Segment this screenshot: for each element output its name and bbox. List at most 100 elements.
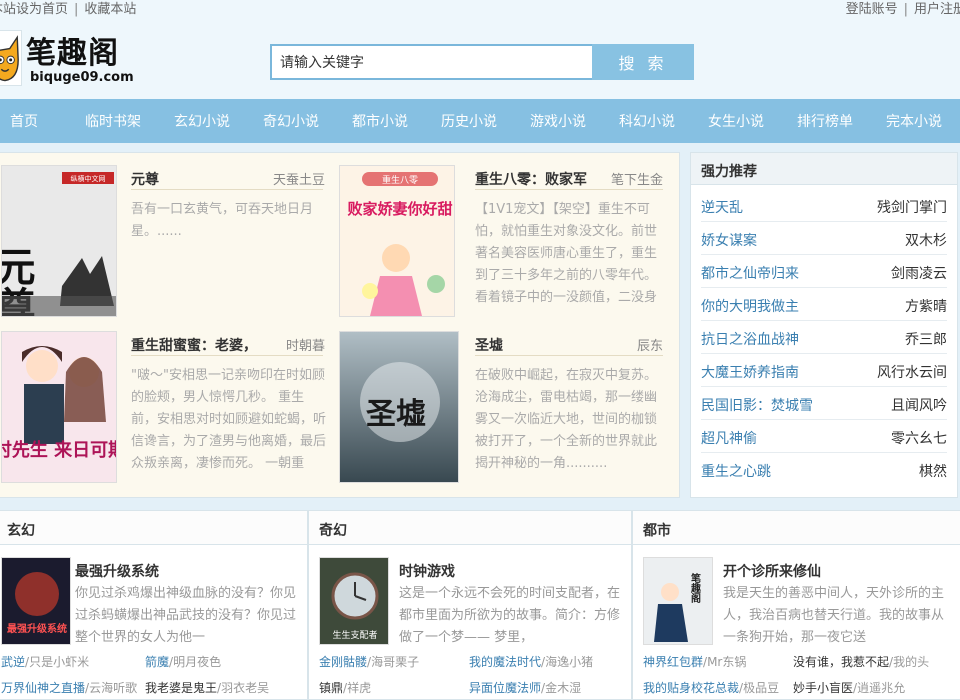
book-link[interactable]: 我的贴身校花总裁 [643,681,739,695]
book-cover[interactable]: 最强升级系统 [1,557,71,645]
nav-bookshelf[interactable]: 临时书架 [85,111,141,131]
book-title[interactable]: 圣墟 [475,335,503,355]
search-button[interactable]: 搜 索 [592,44,694,80]
nav-youxi[interactable]: 游戏小说 [530,111,586,131]
book-cover[interactable]: 圣墟 [339,331,459,483]
author-link[interactable]: 逍遥兆允 [857,681,905,695]
featured-book: 重生八零 败家娇妻你好甜 重生八零：败家军 笔下生金 【1V1宠文】【架空】重生… [339,165,669,321]
list-item: 大魔王娇养指南 风行水云间 [701,354,947,387]
list-item: 都市之仙帝归来 剑雨凌云 [701,255,947,288]
nav-dushi[interactable]: 都市小说 [352,111,408,131]
book-link[interactable]: 没有谁，我惹不起 [793,655,889,669]
list-item: 超凡神偷 零六幺七 [701,420,947,453]
book-title[interactable]: 开个诊所来修仙 [723,561,821,581]
login-link[interactable]: 登陆账号 [846,2,898,17]
book-author[interactable]: 天蚕土豆 [273,169,325,188]
nav-kehuan[interactable]: 科幻小说 [619,111,675,131]
rec-author-link[interactable]: 剑雨凌云 [891,263,947,283]
nav-home[interactable]: 首页 [10,111,38,131]
list-item: 我的魔法时代/海逸小猪 [469,655,594,669]
rec-book-link[interactable]: 逆天乱 [701,197,743,217]
category-title[interactable]: 奇幻 [309,511,631,545]
book-link[interactable]: 武逆 [1,655,25,669]
site-logo[interactable]: 笔趣阁 biquge09.com [0,28,148,94]
rec-book-link[interactable]: 抗日之浴血战神 [701,329,799,349]
rec-book-link[interactable]: 你的大明我做主 [701,296,799,316]
author-link[interactable]: 羽衣老吴 [221,681,269,695]
recommend-sidebar: 强力推荐 逆天乱 残剑门掌门 娇女谋案 双木杉 都市之仙帝归来 剑雨凌云 你的大明我做… [690,152,958,498]
rec-author-link[interactable]: 风行水云间 [877,362,947,382]
nav-paihang[interactable]: 排行榜单 [797,111,853,131]
rec-book-link[interactable]: 重生之心跳 [701,461,771,481]
bookmark-link[interactable]: 收藏本站 [84,2,136,17]
svg-text:生生支配者: 生生支配者 [332,629,377,641]
rec-author-link[interactable]: 棋然 [919,461,947,481]
author-link[interactable]: Mr东锅 [707,655,746,669]
book-author[interactable]: 笔下生金 [611,169,663,188]
rec-author-link[interactable]: 且闻风吟 [891,395,947,415]
book-link[interactable]: 异面位魔法师 [469,681,541,695]
separator: | [903,2,908,17]
list-item: 神界红包群/Mr东锅 [643,655,747,669]
author-link[interactable]: 明月夜色 [173,655,221,669]
author-link[interactable]: 祥虎 [347,681,371,695]
book-author[interactable]: 辰东 [637,335,663,354]
author-link[interactable]: 极品豆 [743,681,779,695]
svg-text:重生八零: 重生八零 [382,174,418,186]
book-description: 吾有一口玄黄气，可吞天地日月星。...... [131,202,314,239]
divider [131,189,323,190]
register-link[interactable]: 用户注册 [914,2,960,17]
main-nav: 首页 临时书架 玄幻小说 奇幻小说 都市小说 历史小说 游戏小说 科幻小说 女生… [0,99,960,143]
nav-qihuan[interactable]: 奇幻小说 [263,111,319,131]
book-link[interactable]: 我老婆是鬼王 [145,681,217,695]
book-title[interactable]: 时钟游戏 [399,561,455,581]
book-link[interactable]: 箭魔 [145,655,169,669]
book-cover[interactable]: 笔趣阁 [643,557,713,645]
author-link[interactable]: 只是小虾米 [29,655,89,669]
book-cover[interactable]: 生生支配者 [319,557,389,645]
rec-book-link[interactable]: 民国旧影：焚城雪 [701,395,813,415]
svg-text:纵横中文网: 纵横中文网 [71,174,106,183]
rec-book-link[interactable]: 娇女谋案 [701,230,757,250]
book-cover[interactable]: 重生八零 败家娇妻你好甜 [339,165,455,317]
book-link[interactable]: 神界红包群 [643,655,703,669]
author-link[interactable]: 我的头 [893,655,929,669]
book-title[interactable]: 最强升级系统 [75,561,159,581]
author-link[interactable]: 金木湿 [545,681,581,695]
book-title[interactable]: 元尊 [131,169,159,189]
rec-book-link[interactable]: 都市之仙帝归来 [701,263,799,283]
featured-book: 时先生 来日可期 重生甜蜜蜜：老婆， 时朝暮 "啵～"安相思一记亲吻印在时如顾的… [1,331,331,487]
author-link[interactable]: 海逸小猪 [545,655,593,669]
logo-text: 笔趣阁 [26,36,119,71]
rec-book-link[interactable]: 大魔王娇养指南 [701,362,799,382]
book-cover[interactable]: 纵横中文网 元尊 [1,165,117,317]
rec-author-link[interactable]: 乔三郎 [905,329,947,349]
list-item: 箭魔/明月夜色 [145,655,222,669]
nav-xuanhuan[interactable]: 玄幻小说 [174,111,230,131]
nav-lishi[interactable]: 历史小说 [441,111,497,131]
category-title[interactable]: 玄幻 [0,511,307,545]
set-home-link[interactable]: 本站设为首页 [0,2,68,17]
book-link[interactable]: 我的魔法时代 [469,655,541,669]
rec-book-link[interactable]: 超凡神偷 [701,428,757,448]
category-title[interactable]: 都市 [633,511,960,545]
search-input[interactable] [270,44,594,80]
rec-author-link[interactable]: 零六幺七 [891,428,947,448]
list-item: 武逆/只是小虾米 [1,655,90,669]
author-link[interactable]: 云海听歌 [89,681,137,695]
nav-wanben[interactable]: 完本小说 [886,111,942,131]
rec-author-link[interactable]: 双木杉 [905,230,947,250]
book-title[interactable]: 重生八零：败家军 [475,169,587,189]
rec-author-link[interactable]: 方紫晴 [905,296,947,316]
book-cover[interactable]: 时先生 来日可期 [1,331,117,483]
book-description: 我是天生的善恶中间人，天外诊所的主人，我治百病也替天行道。我的故事从一条狗开始，… [723,586,945,645]
nav-nvsheng[interactable]: 女生小说 [708,111,764,131]
book-link[interactable]: 万界仙神之直播 [1,681,85,695]
book-title[interactable]: 重生甜蜜蜜：老婆， [131,335,257,355]
author-link[interactable]: 海哥栗子 [371,655,419,669]
book-link[interactable]: 金刚骷髅 [319,655,367,669]
book-link[interactable]: 镇鼎 [319,681,343,695]
book-author[interactable]: 时朝暮 [286,335,325,354]
rec-author-link[interactable]: 残剑门掌门 [877,197,947,217]
book-link[interactable]: 妙手小盲医 [793,681,853,695]
